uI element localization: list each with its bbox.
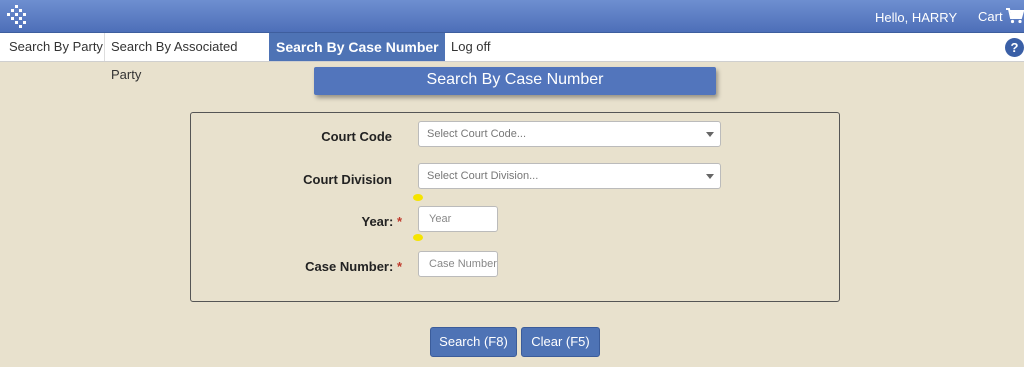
top-bar: Hello, HARRY Cart (0, 0, 1024, 33)
court-division-label: Court Division (303, 172, 392, 187)
case-number-label: Case Number: * (290, 259, 402, 274)
year-input[interactable] (418, 206, 498, 232)
case-number-input[interactable] (418, 251, 498, 277)
chevron-down-icon (706, 132, 714, 137)
page-title: Search By Case Number (314, 67, 716, 95)
year-label-text: Year: (361, 214, 394, 229)
court-code-select[interactable]: Select Court Code... (418, 121, 721, 147)
required-marker: * (396, 259, 402, 274)
cart-icon (1005, 8, 1024, 24)
court-division-placeholder: Select Court Division... (427, 170, 539, 182)
court-division-select[interactable]: Select Court Division... (418, 163, 721, 189)
highlight-marker-icon (413, 194, 423, 201)
cart-label: Cart (978, 8, 1003, 24)
year-label: Year: * (330, 214, 403, 229)
search-button[interactable]: Search (F8) (430, 327, 517, 357)
tab-search-by-case-number[interactable]: Search By Case Number (269, 33, 445, 61)
chevron-down-icon (706, 174, 714, 179)
court-code-placeholder: Select Court Code... (427, 128, 527, 140)
help-icon[interactable]: ? (1005, 38, 1024, 57)
required-marker: * (396, 214, 402, 229)
nav-bar: Search By Party Search By Associated Par… (0, 33, 1024, 82)
clear-button[interactable]: Clear (F5) (521, 327, 600, 357)
tab-search-by-associated-party[interactable]: Search By Associated Party (104, 33, 269, 82)
logo-icon[interactable] (4, 4, 30, 30)
highlight-marker-icon (413, 234, 423, 241)
user-greeting: Hello, HARRY (875, 10, 958, 25)
tab-search-by-party[interactable]: Search By Party (0, 33, 104, 61)
tab-log-off[interactable]: Log off (451, 33, 501, 61)
court-code-label: Court Code (321, 129, 392, 144)
cart-link[interactable]: Cart (978, 8, 1024, 24)
case-number-label-text: Case Number: (305, 259, 394, 274)
